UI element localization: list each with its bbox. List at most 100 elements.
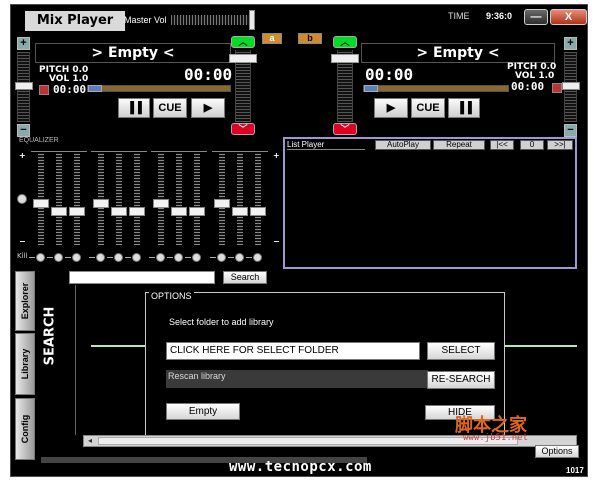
eq-slider[interactable] — [237, 153, 243, 245]
eq-slider-knob[interactable] — [189, 207, 205, 216]
minimize-button[interactable]: — — [524, 9, 548, 25]
next-track-button[interactable]: >>| — [547, 140, 573, 150]
eq-slider-knob[interactable] — [171, 207, 187, 216]
eq-kill-divider — [89, 257, 95, 258]
left-pitch-knob[interactable] — [15, 82, 33, 90]
tab-library[interactable]: Library — [15, 333, 35, 395]
right-deck-title: > Empty < — [361, 43, 555, 63]
right-small-time: 00:00 — [511, 80, 545, 93]
tab-explorer-label: Explorer — [20, 282, 30, 320]
eq-kill-button[interactable] — [36, 253, 45, 262]
repeat-button[interactable]: Repeat — [433, 140, 485, 150]
search-input[interactable] — [69, 271, 215, 284]
eq-slider[interactable] — [56, 153, 62, 245]
autoplay-button[interactable]: AutoPlay — [375, 140, 431, 150]
right-cue-button[interactable]: CUE — [411, 98, 445, 118]
eq-slider-knob[interactable] — [153, 199, 169, 208]
options-title: OPTIONS — [149, 291, 194, 301]
eq-slider[interactable] — [134, 153, 140, 245]
app-title: Mix Player — [25, 11, 125, 31]
equalizer-label: EQUALIZER — [19, 137, 59, 144]
scrollbar-thumb[interactable] — [98, 437, 518, 445]
right-volume-down-button[interactable]: ﹀ — [333, 123, 357, 135]
eq-right-minus-label: − — [273, 237, 280, 246]
right-volume-up-button[interactable]: ︿ — [333, 36, 357, 48]
right-pitch-minus-button[interactable]: − — [564, 124, 577, 137]
title-bar: Mix Player Master Vol TIME 9:36:0 — X — [11, 5, 587, 33]
folder-field[interactable]: CLICK HERE FOR SELECT FOLDER — [166, 342, 420, 360]
search-button[interactable]: Search — [223, 271, 267, 284]
eq-group-line — [91, 151, 147, 152]
scroll-left-icon[interactable]: ◂ — [84, 436, 96, 446]
right-deck-time: 00:00 — [365, 65, 414, 84]
deck-a-badge[interactable]: a — [262, 33, 282, 44]
eq-kill-button[interactable] — [174, 253, 183, 262]
eq-kill-button[interactable] — [72, 253, 81, 262]
eq-kill-button[interactable] — [156, 253, 165, 262]
eq-minus-label: − — [19, 237, 26, 246]
right-pitch-plus-button[interactable]: + — [564, 37, 577, 50]
left-record-icon[interactable] — [39, 85, 49, 95]
eq-slider-knob[interactable] — [111, 207, 127, 216]
eq-kill-button[interactable] — [217, 253, 226, 262]
eq-slider-knob[interactable] — [33, 199, 49, 208]
left-volume-knob[interactable] — [229, 54, 257, 63]
eq-slider-knob[interactable] — [93, 199, 109, 208]
left-volume-up-button[interactable]: ︿ — [231, 36, 255, 48]
right-progress-bar[interactable] — [363, 85, 509, 92]
left-deck-time: 00:00 — [184, 65, 233, 84]
right-progress-knob[interactable] — [364, 85, 378, 92]
research-button[interactable]: RE-SEARCH — [427, 371, 495, 389]
left-cue-button[interactable]: CUE — [153, 98, 187, 118]
equalizer-panel: EQUALIZER + − Kill — [11, 137, 281, 265]
eq-center-dot[interactable] — [17, 194, 27, 204]
left-pitch-minus-button[interactable]: − — [17, 124, 30, 137]
eq-kill-button[interactable] — [253, 253, 262, 262]
eq-slider-knob[interactable] — [232, 207, 248, 216]
eq-slider-knob[interactable] — [69, 207, 85, 216]
right-record-icon[interactable] — [552, 83, 562, 93]
eq-slider-knob[interactable] — [129, 207, 145, 216]
eq-slider-knob[interactable] — [250, 207, 266, 216]
eq-slider[interactable] — [255, 153, 261, 245]
eq-kill-button[interactable] — [235, 253, 244, 262]
right-pitch-knob[interactable] — [562, 82, 580, 90]
eq-kill-button[interactable] — [192, 253, 201, 262]
close-button[interactable]: X — [550, 9, 587, 25]
eq-kill-button[interactable] — [132, 253, 141, 262]
kill-label: Kill — [17, 252, 28, 260]
tab-library-label: Library — [20, 348, 30, 380]
list-player-panel[interactable]: List Player AutoPlay Repeat |<< 0 >>| — [283, 137, 577, 269]
eq-kill-divider — [125, 257, 131, 258]
left-play-button[interactable]: ▶ — [191, 98, 225, 118]
options-button[interactable]: Options — [535, 445, 579, 458]
left-progress-knob[interactable] — [88, 85, 102, 92]
eq-slider[interactable] — [194, 153, 200, 245]
eq-slider[interactable] — [74, 153, 80, 245]
eq-kill-button[interactable] — [96, 253, 105, 262]
eq-kill-divider — [65, 257, 71, 258]
eq-slider-knob[interactable] — [51, 207, 67, 216]
left-small-time: 00:00 — [53, 83, 87, 96]
left-volume-down-button[interactable]: ﹀ — [231, 123, 255, 135]
eq-slider[interactable] — [176, 153, 182, 245]
previous-track-button[interactable]: |<< — [490, 140, 514, 150]
deck-b-badge[interactable]: b — [298, 33, 322, 44]
eq-kill-button[interactable] — [54, 253, 63, 262]
eq-kill-button[interactable] — [114, 253, 123, 262]
master-vol-slider[interactable] — [171, 15, 251, 25]
eq-slider-knob[interactable] — [214, 199, 230, 208]
tab-explorer[interactable]: Explorer — [15, 271, 35, 331]
right-volume-knob[interactable] — [331, 54, 359, 63]
eq-kill-divider — [185, 257, 191, 258]
right-play-button[interactable]: ▶ — [374, 98, 408, 118]
left-pause-button[interactable]: ▐▐ — [118, 98, 150, 118]
master-vol-knob[interactable] — [249, 10, 255, 30]
right-pause-button[interactable]: ▐▐ — [448, 98, 480, 118]
tab-config[interactable]: Config — [15, 398, 35, 460]
select-button[interactable]: SELECT — [427, 342, 495, 360]
left-pitch-plus-button[interactable]: + — [17, 37, 30, 50]
eq-slider[interactable] — [116, 153, 122, 245]
empty-button[interactable]: Empty — [166, 403, 240, 420]
left-progress-bar[interactable] — [87, 85, 231, 92]
